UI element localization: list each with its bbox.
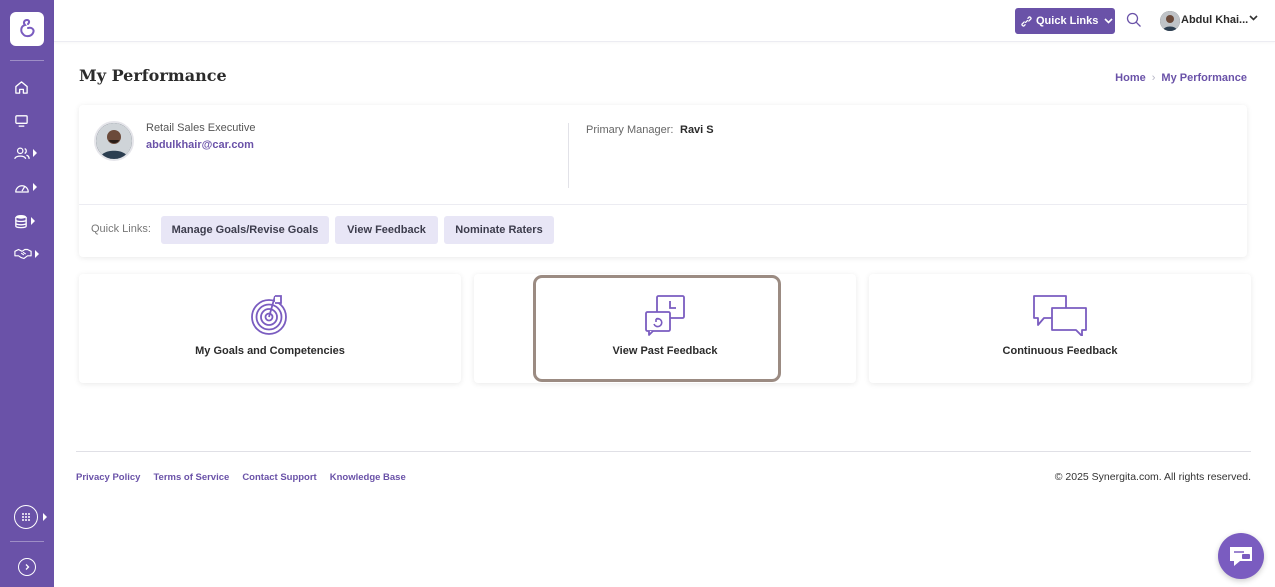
- target-flag-icon: [251, 295, 287, 335]
- view-feedback-button[interactable]: View Feedback: [335, 216, 438, 244]
- tile-continuous-feedback[interactable]: Continuous Feedback: [869, 274, 1251, 383]
- handshake-icon: [14, 248, 32, 260]
- profile-card: Retail Sales Executive abdulkhair@car.co…: [79, 105, 1247, 257]
- quick-links-caption: Quick Links:: [91, 223, 151, 235]
- horizontal-divider: [79, 204, 1247, 205]
- top-bar: Quick Links Abdul Khai...: [54, 0, 1275, 42]
- search-button[interactable]: [1126, 12, 1142, 32]
- submenu-caret-icon: [33, 149, 37, 157]
- nominate-raters-button[interactable]: Nominate Raters: [444, 216, 554, 244]
- chevron-down-icon: [1104, 18, 1113, 24]
- quick-links-button[interactable]: Quick Links: [1015, 8, 1115, 34]
- user-avatar-image: [1160, 11, 1180, 31]
- sidebar-item-monitor[interactable]: [14, 109, 46, 131]
- database-icon: [15, 214, 27, 228]
- knowledge-base-link[interactable]: Knowledge Base: [330, 472, 406, 483]
- employee-email[interactable]: abdulkhair@car.com: [146, 139, 254, 151]
- contact-support-link[interactable]: Contact Support: [242, 472, 316, 483]
- expand-sidebar-icon: [25, 564, 30, 570]
- home-icon: [15, 80, 28, 94]
- apps-grid-icon: [14, 505, 38, 529]
- sidebar-item-handshake[interactable]: [14, 243, 46, 265]
- sidebar-item-dashboard[interactable]: [14, 176, 46, 198]
- sidebar-item-home[interactable]: [14, 76, 46, 98]
- expand-sidebar-button[interactable]: [18, 558, 36, 576]
- synergita-logo[interactable]: [10, 12, 44, 46]
- submenu-caret-icon: [43, 513, 47, 521]
- tile-my-goals[interactable]: My Goals and Competencies: [79, 274, 461, 383]
- tile-label: Continuous Feedback: [1002, 345, 1118, 357]
- primary-manager-name: Ravi S: [680, 124, 714, 136]
- monitor-icon: [15, 114, 28, 127]
- copyright: © 2025 Synergita.com. All rights reserve…: [1054, 471, 1251, 483]
- quick-links-label: Quick Links: [1036, 15, 1099, 27]
- tile-label: My Goals and Competencies: [195, 345, 345, 357]
- sidebar: [0, 0, 54, 587]
- user-name[interactable]: Abdul Khai...: [1181, 14, 1248, 26]
- sidebar-divider: [10, 541, 44, 542]
- privacy-policy-link[interactable]: Privacy Policy: [76, 472, 140, 483]
- people-icon: [14, 147, 30, 159]
- breadcrumb-current: My Performance: [1161, 72, 1247, 84]
- chat-bubbles-icon: [1033, 295, 1087, 336]
- chat-icon: [1230, 547, 1252, 566]
- sidebar-divider: [10, 60, 44, 61]
- employee-role: Retail Sales Executive: [146, 122, 256, 134]
- sidebar-item-database[interactable]: [14, 210, 46, 232]
- page-title: My Performance: [79, 66, 227, 85]
- breadcrumb: Home › My Performance: [1115, 72, 1247, 84]
- breadcrumb-separator-icon: ›: [1151, 72, 1156, 84]
- dashboard-gauge-icon: [15, 184, 29, 193]
- profile-avatar: [94, 121, 134, 161]
- profile-photo: [96, 123, 132, 159]
- submenu-caret-icon: [35, 250, 39, 258]
- user-avatar[interactable]: [1160, 11, 1180, 31]
- user-menu-chevron-icon[interactable]: [1249, 15, 1258, 21]
- logo-icon: [20, 19, 35, 38]
- footer-divider: [76, 451, 1251, 452]
- vertical-divider: [568, 123, 569, 188]
- submenu-caret-icon: [31, 217, 35, 225]
- sidebar-item-people[interactable]: [14, 142, 46, 164]
- sidebar-apps-button[interactable]: [14, 505, 50, 529]
- primary-manager-label: Primary Manager:: [586, 124, 674, 136]
- breadcrumb-home[interactable]: Home: [1115, 72, 1146, 84]
- chat-support-button[interactable]: [1218, 533, 1264, 579]
- terms-of-service-link[interactable]: Terms of Service: [153, 472, 229, 483]
- submenu-caret-icon: [33, 183, 37, 191]
- focus-highlight: [533, 275, 781, 382]
- manage-goals-button[interactable]: Manage Goals/Revise Goals: [161, 216, 329, 244]
- footer-links: Privacy Policy Terms of Service Contact …: [76, 472, 406, 483]
- search-icon: [1126, 12, 1141, 27]
- link-icon: [1021, 15, 1032, 27]
